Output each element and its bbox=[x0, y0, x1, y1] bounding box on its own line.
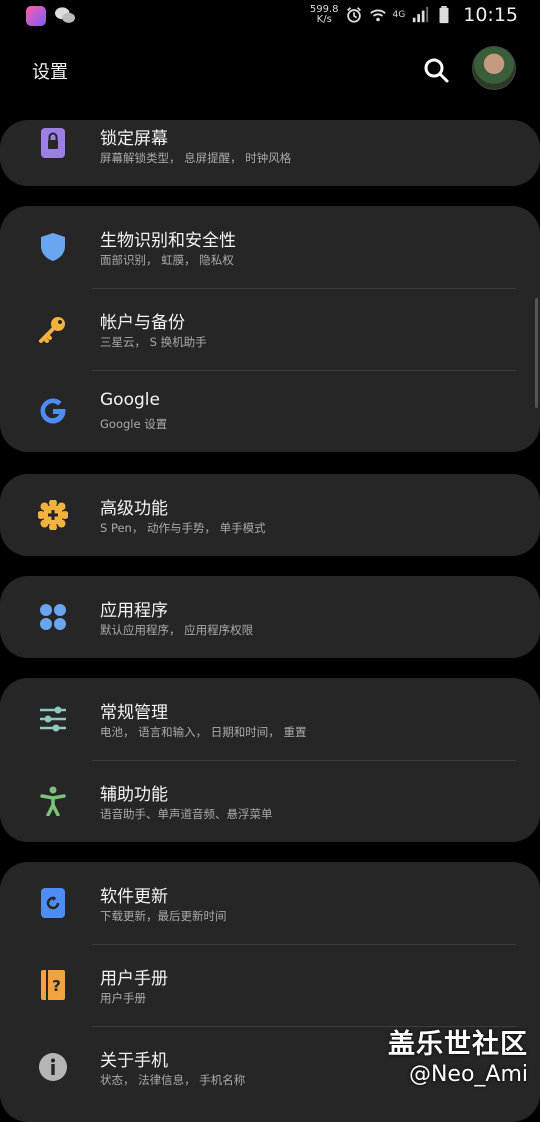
avatar[interactable] bbox=[472, 46, 516, 90]
network-type: 4G bbox=[392, 10, 406, 20]
settings-item-accessibility[interactable]: 辅助功能 语音助手、单声道音频、悬浮菜单 bbox=[0, 760, 540, 842]
header: 设置 bbox=[0, 44, 540, 96]
item-subtitle: 默认应用程序， 应用程序权限 bbox=[100, 623, 254, 637]
settings-card-advanced: 高级功能 S Pen， 动作与手势， 单手模式 bbox=[0, 474, 540, 556]
settings-item-google[interactable]: Google Google 设置 bbox=[0, 370, 540, 452]
item-subtitle: 用户手册 bbox=[100, 991, 146, 1005]
item-subtitle: 面部识别， 虹膜， 隐私权 bbox=[100, 253, 234, 267]
key-icon bbox=[39, 317, 65, 343]
item-title: 用户手册 bbox=[100, 969, 168, 989]
settings-item-lock-screen[interactable]: 锁定屏幕 屏幕解锁类型， 息屏提醒， 时钟风格 bbox=[0, 120, 540, 186]
gear-plus-icon bbox=[38, 500, 68, 530]
lock-icon bbox=[41, 128, 65, 158]
info-icon bbox=[39, 1053, 67, 1081]
scrollbar[interactable] bbox=[535, 298, 538, 408]
settings-item-accounts[interactable]: 帐户与备份 三星云， S 换机助手 bbox=[0, 288, 540, 370]
item-title: 生物识别和安全性 bbox=[100, 231, 236, 251]
battery-icon bbox=[439, 6, 449, 24]
item-title: Google bbox=[100, 390, 160, 410]
page-title: 设置 bbox=[32, 62, 68, 83]
item-title: 常规管理 bbox=[100, 703, 168, 723]
settings-card-general: 常规管理 电池， 语言和输入， 日期和时间， 重置 辅助功能 语音助手、单声道音… bbox=[0, 678, 540, 842]
item-subtitle: 下载更新，最后更新时间 bbox=[100, 909, 227, 923]
item-title: 辅助功能 bbox=[100, 785, 168, 805]
item-subtitle: 三星云， S 换机助手 bbox=[100, 335, 207, 349]
accessibility-icon bbox=[40, 786, 66, 816]
network-speed: 599.8 K/s bbox=[309, 4, 339, 25]
settings-item-user-manual[interactable]: ? 用户手册 用户手册 bbox=[0, 944, 540, 1026]
settings-item-general-management[interactable]: 常规管理 电池， 语言和输入， 日期和时间， 重置 bbox=[0, 678, 540, 760]
settings-card-lockscreen: 锁定屏幕 屏幕解锁类型， 息屏提醒， 时钟风格 bbox=[0, 120, 540, 186]
signal-icon bbox=[413, 6, 429, 23]
item-title: 软件更新 bbox=[100, 887, 168, 907]
settings-card-security: 生物识别和安全性 面部识别， 虹膜， 隐私权 帐户与备份 三星云， S 换机助手… bbox=[0, 206, 540, 452]
shield-icon bbox=[41, 233, 65, 261]
item-subtitle: Google 设置 bbox=[100, 417, 168, 431]
wechat-icon bbox=[55, 7, 75, 23]
app-notification-icon bbox=[26, 6, 46, 26]
search-icon bbox=[424, 58, 449, 83]
wifi-icon bbox=[369, 9, 386, 22]
item-title: 帐户与备份 bbox=[100, 313, 185, 333]
item-title: 关于手机 bbox=[100, 1051, 168, 1071]
item-subtitle: 状态， 法律信息， 手机名称 bbox=[100, 1073, 246, 1087]
manual-icon: ? bbox=[41, 970, 65, 1000]
settings-item-advanced-features[interactable]: 高级功能 S Pen， 动作与手势， 单手模式 bbox=[0, 474, 540, 556]
status-bar: 599.8 K/s 4G 10:15 bbox=[0, 0, 540, 34]
item-subtitle: 电池， 语言和输入， 日期和时间， 重置 bbox=[100, 725, 307, 739]
settings-item-biometrics[interactable]: 生物识别和安全性 面部识别， 虹膜， 隐私权 bbox=[0, 206, 540, 288]
sliders-icon bbox=[40, 706, 66, 732]
item-title: 高级功能 bbox=[100, 499, 168, 519]
search-button[interactable] bbox=[420, 54, 452, 86]
update-icon bbox=[41, 888, 65, 918]
settings-item-software-update[interactable]: 软件更新 下载更新，最后更新时间 bbox=[0, 862, 540, 944]
watermark-handle: @Neo_Ami bbox=[408, 1062, 528, 1087]
item-subtitle: 屏幕解锁类型， 息屏提醒， 时钟风格 bbox=[100, 151, 292, 165]
item-subtitle: 语音助手、单声道音频、悬浮菜单 bbox=[100, 807, 273, 821]
settings-card-apps: 应用程序 默认应用程序， 应用程序权限 bbox=[0, 576, 540, 658]
clock: 10:15 bbox=[463, 4, 518, 26]
item-title: 锁定屏幕 bbox=[100, 129, 168, 149]
item-subtitle: S Pen， 动作与手势， 单手模式 bbox=[100, 521, 266, 535]
alarm-icon bbox=[346, 7, 361, 23]
svg-text:?: ? bbox=[52, 977, 61, 995]
google-icon bbox=[40, 398, 66, 424]
watermark-title: 盖乐世社区 bbox=[388, 1029, 528, 1060]
settings-item-apps[interactable]: 应用程序 默认应用程序， 应用程序权限 bbox=[0, 576, 540, 658]
item-title: 应用程序 bbox=[100, 601, 168, 621]
apps-grid-icon bbox=[40, 604, 66, 630]
